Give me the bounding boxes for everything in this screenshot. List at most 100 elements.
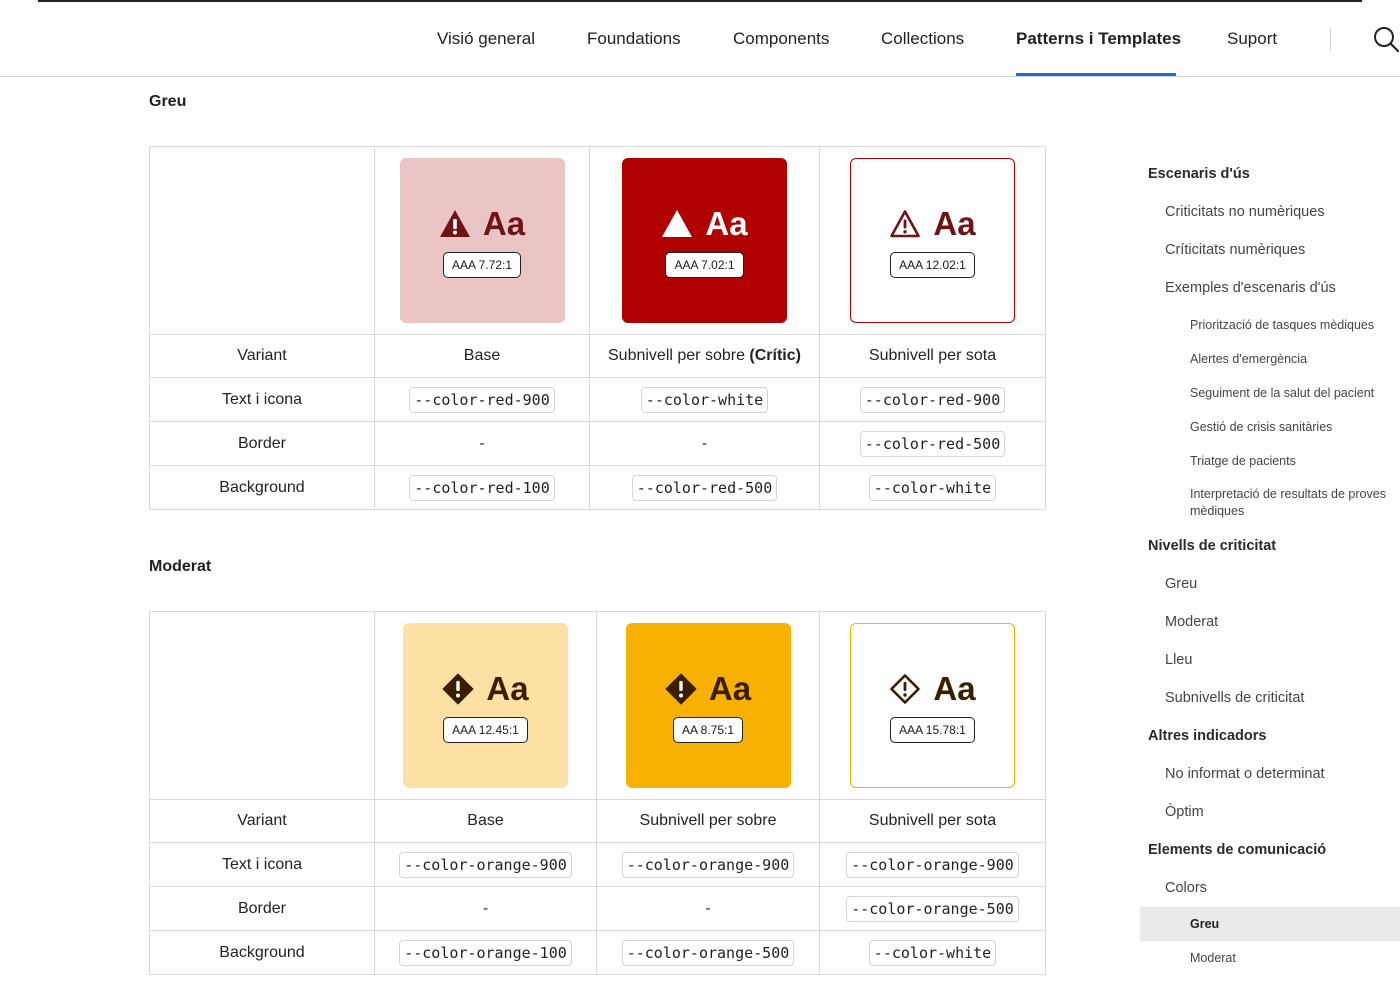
search-icon [1374,27,1400,53]
search-button[interactable] [1372,25,1400,53]
toc-item[interactable]: Colors [1165,880,1207,896]
sample-text: Aa [933,670,976,707]
color-token: --color-red-900 [409,386,555,413]
variant-cell: Subnivell per sobre [596,799,820,843]
empty-value: - [705,899,711,917]
toc-item[interactable]: Interpretació de resultats de proves mèd… [1190,486,1390,520]
background-cell: --color-red-500 [589,465,820,510]
nav-item-patterns-templates[interactable]: Patterns i Templates [1016,29,1181,49]
sample-text: Aa [708,670,752,707]
nav-item-collections[interactable]: Collections [881,29,964,49]
color-token: --color-red-500 [631,474,778,501]
active-tab-indicator [1016,73,1176,76]
toc-item[interactable]: Gestió de crisis sanitàries [1190,419,1390,436]
border-cell: - [374,886,597,931]
variant-name: Base [467,812,504,829]
variant-qualifier: (Crític) [749,347,801,364]
color-swatch: Aa AAA 15.78:1 [850,623,1015,788]
text-icon-cell: --color-white [589,377,820,422]
toc-item[interactable]: Escenaris d'ús [1148,166,1250,182]
variant-cell: Base [374,334,590,378]
row-label-border: Border [149,886,375,931]
nav-item-components[interactable]: Components [733,29,829,49]
nav-item-suport[interactable]: Suport [1227,29,1277,49]
color-token: --color-white [868,939,997,966]
toc-item[interactable]: Criticitats no numèriques [1165,204,1325,220]
background-cell: --color-white [819,465,1046,510]
sample-text: Aa [486,670,529,707]
sample-text: Aa [933,205,976,242]
toc-item[interactable]: Òptim [1165,804,1204,820]
preview-cell: Aa AA 8.75:1 [596,611,820,800]
toc-item[interactable]: Priorització de tasques mèdiques [1190,317,1390,334]
color-token: --color-red-100 [409,474,555,501]
toc-item[interactable]: Altres indicadors [1148,728,1266,744]
toc-item[interactable]: Triatge de pacients [1190,453,1390,470]
variant-name: Subnivell per sota [868,347,997,364]
border-row: Border - - --color-orange-500 [149,886,1046,931]
toc-item[interactable]: Moderat [1165,614,1218,630]
row-label-background: Background [149,930,375,975]
variant-cell: Base [374,799,597,843]
empty-value: - [479,434,485,452]
nav-item-foundations[interactable]: Foundations [587,29,681,49]
text-icon-cell: --color-red-900 [819,377,1046,422]
empty-value: - [483,899,488,917]
border-cell: --color-orange-500 [819,886,1046,931]
contrast-ratio-badge: AAA 15.78:1 [890,717,975,743]
section-title-greu: Greu [149,93,187,110]
color-token: --color-orange-900 [621,851,795,878]
toc-item[interactable]: No informat o determinat [1165,766,1325,782]
variant-row: Variant Base Subnivell per sobre Subnivell … [149,799,1046,843]
warning-triangle-icon [439,209,470,237]
toc-item[interactable]: Greu [1165,576,1197,592]
variant-cell: Subnivell per sota [819,334,1046,378]
color-swatch: Aa AA 8.75:1 [625,623,791,788]
text-icon-row: Text i icona --color-orange-900 --color-or… [149,842,1046,887]
toc-item[interactable]: Lleu [1165,652,1192,668]
border-row: Border - - --color-red-500 [149,421,1046,466]
variant-name: Subnivell per sobre [639,812,777,829]
nav-item-visio-general[interactable]: Visió general [437,29,535,49]
row-label-text-icon: Text i icona [149,377,375,422]
empty-value: - [702,434,707,452]
toc-item[interactable]: Elements de comunicació [1148,842,1326,858]
toc-item[interactable]: Exemples d'escenaris d'ús [1165,280,1336,296]
top-navigation: Visió general Foundations Components Col… [0,0,1400,77]
color-swatch: Aa AAA 7.72:1 [399,158,565,323]
row-label-text-icon: Text i icona [149,842,375,887]
color-token: --color-white [640,386,769,413]
toc-item[interactable]: Greu [1190,916,1390,933]
toc-item[interactable]: Críticitats numèriques [1165,242,1305,258]
color-token: --color-red-900 [859,386,1006,413]
contrast-ratio-badge: AAA 12.45:1 [443,717,528,743]
preview-cell: Aa AAA 12.45:1 [374,611,597,800]
color-swatch: Aa AAA 12.02:1 [850,158,1015,323]
contrast-ratio-badge: AAA 7.72:1 [442,252,522,278]
swatch-sample: Aa [442,670,529,707]
background-cell: --color-red-100 [374,465,590,510]
toc-item[interactable]: Seguiment de la salut del pacient [1190,385,1390,402]
background-cell: --color-white [819,930,1046,975]
toc-item[interactable]: Nivells de criticitat [1148,538,1276,554]
preview-row: Aa AAA 7.72:1 Aa AAA 7.02:1 Aa AAA 12.02:1 [149,146,1046,335]
background-cell: --color-orange-500 [596,930,820,975]
warning-diamond-icon [665,673,697,704]
toc-item[interactable]: Alertes d'emergència [1190,351,1390,368]
text-icon-cell: --color-orange-900 [374,842,597,887]
greu-color-table: Aa AAA 7.72:1 Aa AAA 7.02:1 Aa AAA 12.02:1 Var… [149,146,1046,510]
swatch-sample: Aa [665,672,751,705]
text-icon-cell: --color-orange-900 [596,842,820,887]
toc-item[interactable]: Subnivells de criticitat [1165,690,1304,706]
color-swatch: Aa AAA 7.02:1 [622,158,787,323]
contrast-ratio-badge: AAA 12.02:1 [890,252,975,278]
variant-cell: Subnivell per sota [819,799,1046,843]
sample-text: Aa [482,205,526,242]
toc-item[interactable]: Moderat [1190,950,1390,967]
preview-cell: Aa AAA 7.72:1 [374,146,590,335]
warning-diamond-icon [442,673,474,704]
swatch-sample: Aa [889,670,976,707]
variant-name: Subnivell per sota [868,812,997,829]
nav-divider [1330,28,1331,50]
row-label-background: Background [149,465,375,510]
